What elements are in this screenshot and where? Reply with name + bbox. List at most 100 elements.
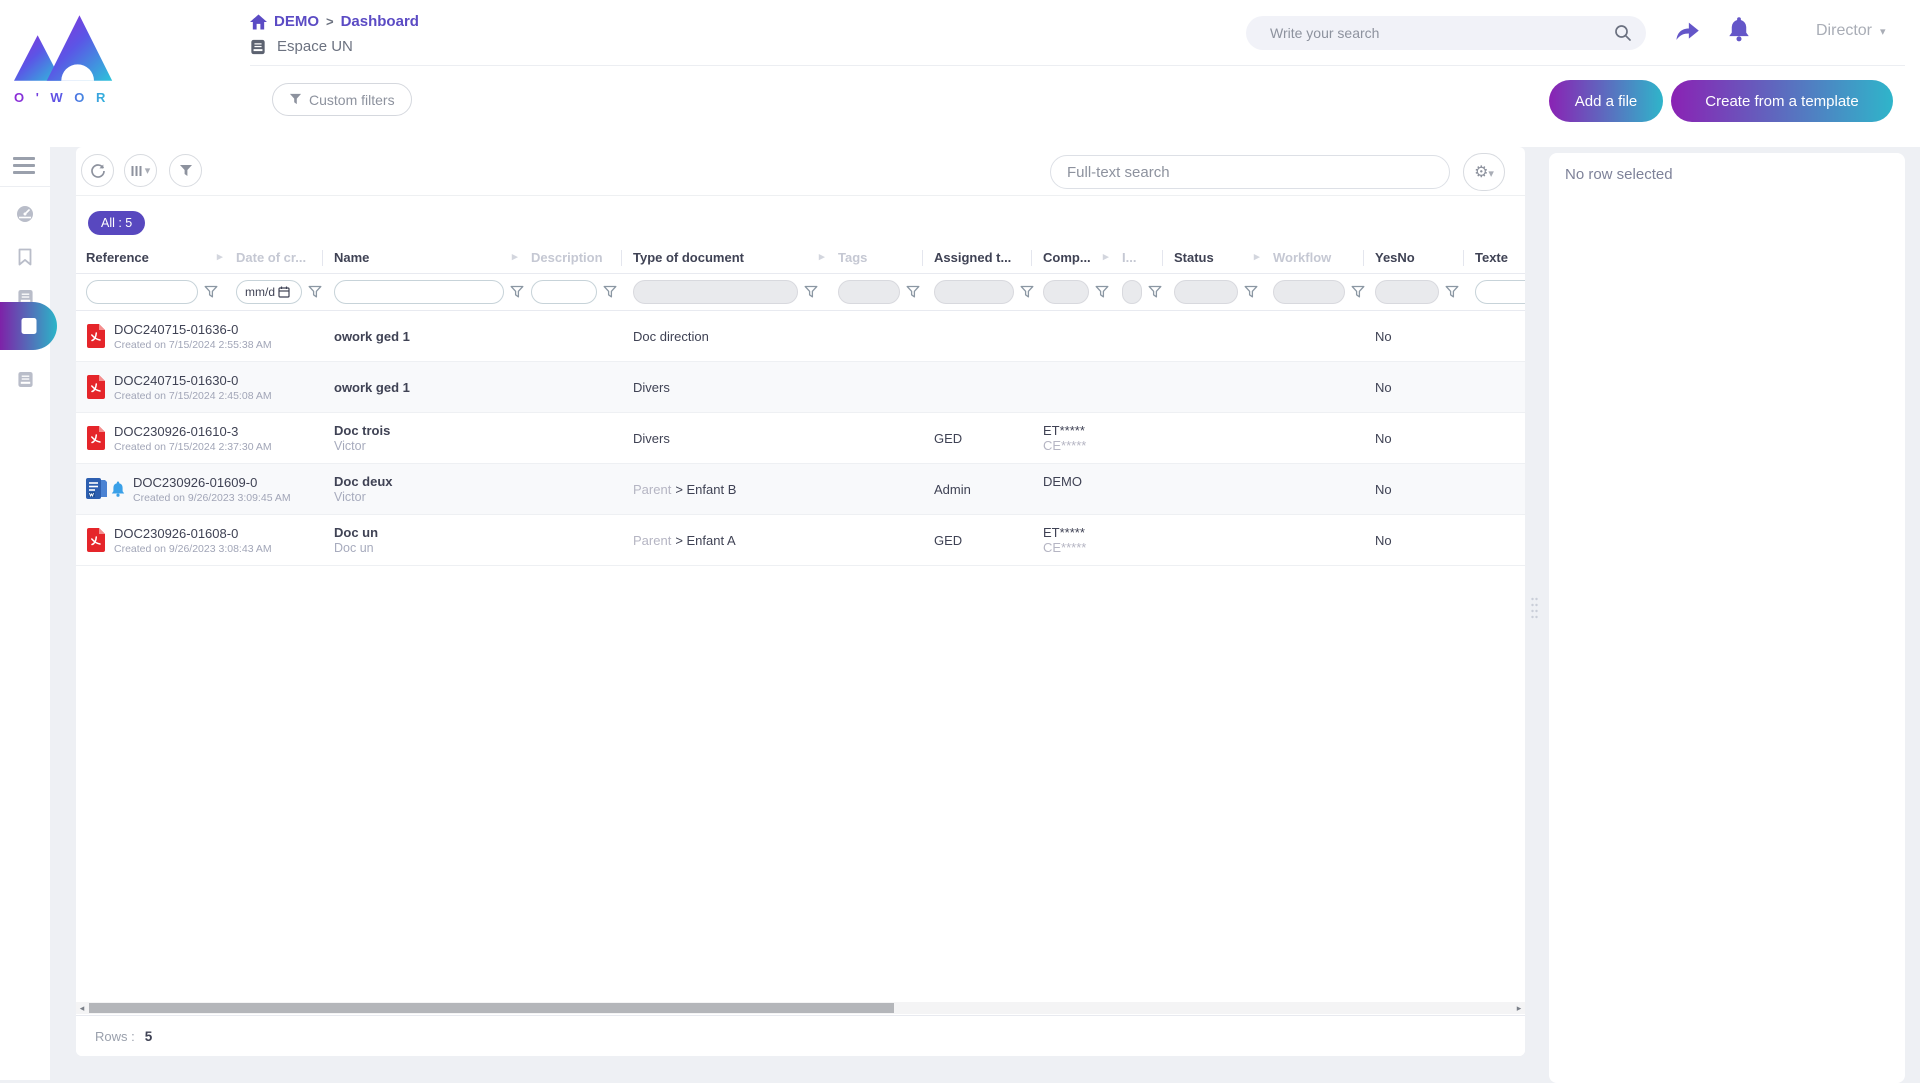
columns-icon (131, 165, 143, 177)
user-role-label: Director (1816, 22, 1872, 40)
column-label: Name (334, 250, 369, 265)
filter-input-texte[interactable] (1475, 280, 1525, 304)
column-header-tags[interactable]: ▸Tags (838, 250, 934, 265)
breadcrumb: DEMO > Dashboard (250, 13, 419, 30)
sidebar-item-bookmarks[interactable] (0, 240, 50, 274)
table-row[interactable]: DOC240715-01636-0 Created on 7/15/2024 2… (76, 311, 1525, 362)
scroll-left-icon[interactable]: ◂ (76, 1002, 88, 1014)
company-line1: DEMO (1043, 474, 1122, 489)
filter-cell-yesno (1375, 280, 1475, 304)
chevron-down-icon: ▾ (145, 164, 151, 177)
table-row[interactable]: DOC240715-01630-0 Created on 7/15/2024 2… (76, 362, 1525, 413)
column-header-company[interactable]: Comp... (1043, 250, 1122, 265)
breadcrumb-root[interactable]: DEMO (274, 13, 319, 30)
user-menu[interactable]: Director ▾ (1816, 22, 1886, 40)
fulltext-search-input[interactable] (1050, 155, 1450, 189)
filter-funnel-icon[interactable] (603, 285, 617, 299)
app-logo[interactable]: O ' W O R K (14, 8, 114, 105)
column-label: Texte (1475, 250, 1508, 265)
sort-arrow-icon: ▸ (512, 250, 518, 263)
document-created: Created on 7/15/2024 2:45:08 AM (114, 390, 272, 402)
panel-splitter-handle[interactable] (1530, 596, 1539, 620)
filter-funnel-icon[interactable] (204, 285, 218, 299)
company-cell (1043, 372, 1122, 402)
custom-filters-button[interactable]: Custom filters (272, 83, 412, 116)
assigned-cell: GED (934, 533, 1043, 548)
table-row[interactable]: DOC230926-01608-0 Created on 9/26/2023 3… (76, 515, 1525, 566)
column-header-texte[interactable]: Texte (1475, 250, 1525, 265)
filter-date-input-date[interactable]: mm/d (236, 280, 302, 304)
gear-icon: ⚙ (1474, 164, 1488, 181)
filter-funnel-icon[interactable] (1351, 285, 1365, 299)
filter-funnel-icon[interactable] (510, 285, 524, 299)
type-cell: Doc direction (633, 329, 838, 344)
name-cell: Doc deux Victor (334, 474, 531, 504)
sort-arrow-icon: ▸ (1254, 250, 1260, 263)
filter-funnel-icon[interactable] (1020, 285, 1034, 299)
column-header-workflow[interactable]: ▸Workflow (1273, 250, 1375, 265)
table-row[interactable]: DOC230926-01609-0 Created on 9/26/2023 3… (76, 464, 1525, 515)
sidebar-item-ged-active[interactable] (0, 302, 57, 350)
notifications-button[interactable] (1728, 16, 1750, 42)
company-line2 (1043, 336, 1122, 351)
filter-funnel-icon[interactable] (1244, 285, 1258, 299)
dashboard-gauge-icon (16, 205, 34, 223)
refresh-button[interactable] (81, 154, 114, 187)
sidebar-item-library[interactable] (0, 362, 50, 396)
filter-funnel-icon[interactable] (1095, 285, 1109, 299)
filter-input-name[interactable] (334, 280, 504, 304)
share-button[interactable] (1674, 18, 1700, 42)
search-icon[interactable] (1614, 24, 1632, 42)
sidebar-item-dashboard[interactable] (0, 197, 50, 231)
company-cell: ET***** CE***** (1043, 423, 1122, 453)
column-label: Date of cr... (236, 250, 306, 265)
pdf-file-icon (86, 528, 106, 552)
all-count-badge[interactable]: All : 5 (88, 211, 145, 235)
scrollbar-thumb[interactable] (89, 1003, 894, 1013)
column-header-date[interactable]: ▸Date of cr... (236, 250, 334, 265)
column-header-name[interactable]: Name (334, 250, 531, 265)
table-settings-button[interactable]: ⚙▾ (1463, 153, 1505, 191)
filter-cell-texte (1475, 280, 1525, 304)
horizontal-scrollbar[interactable]: ◂ ▸ (76, 1002, 1525, 1014)
scroll-right-icon[interactable]: ▸ (1513, 1002, 1525, 1014)
global-search-input[interactable] (1270, 25, 1614, 41)
filter-input-description[interactable] (531, 280, 597, 304)
filter-cell-tags (838, 280, 934, 304)
home-icon[interactable] (250, 14, 267, 30)
columns-button[interactable]: ▾ (124, 154, 157, 187)
breadcrumb-current[interactable]: Dashboard (341, 13, 419, 30)
column-header-yesno[interactable]: YesNo (1375, 250, 1475, 265)
sidebar-toggle-button[interactable] (13, 157, 35, 178)
add-file-button[interactable]: Add a file (1549, 80, 1663, 122)
type-value: > Enfant B (675, 482, 736, 497)
filter-cell-description (531, 280, 633, 304)
filter-input-workflow (1273, 280, 1345, 304)
document-name: owork ged 1 (334, 329, 531, 344)
column-header-description[interactable]: ▸Description (531, 250, 633, 265)
column-header-reference[interactable]: Reference (86, 250, 236, 265)
column-label: Description (531, 250, 603, 265)
table-row[interactable]: DOC230926-01610-3 Created on 7/15/2024 2… (76, 413, 1525, 464)
type-cell: Parent> Enfant A (633, 533, 838, 548)
name-cell: Doc trois Victor (334, 423, 531, 453)
filter-input-reference[interactable] (86, 280, 198, 304)
filter-button[interactable] (169, 154, 202, 187)
filter-funnel-icon[interactable] (308, 285, 322, 299)
column-header-assigned[interactable]: Assigned t... (934, 250, 1043, 265)
company-line1 (1043, 321, 1122, 336)
column-header-i[interactable]: ▸I... (1122, 250, 1174, 265)
document-subname: Victor (334, 439, 366, 453)
space-book-icon (250, 39, 266, 55)
reference-cell: DOC230926-01608-0 Created on 9/26/2023 3… (86, 526, 236, 555)
filter-funnel-icon[interactable] (1148, 285, 1162, 299)
sidebar-divider (0, 186, 50, 187)
filter-funnel-icon (289, 93, 302, 106)
column-header-type[interactable]: Type of document (633, 250, 838, 265)
filter-funnel-icon[interactable] (1445, 285, 1459, 299)
filter-funnel-icon[interactable] (906, 285, 920, 299)
create-from-template-button[interactable]: Create from a template (1671, 80, 1893, 122)
reference-cell: DOC230926-01610-3 Created on 7/15/2024 2… (86, 424, 236, 453)
filter-funnel-icon[interactable] (804, 285, 818, 299)
company-line2 (1043, 387, 1122, 402)
